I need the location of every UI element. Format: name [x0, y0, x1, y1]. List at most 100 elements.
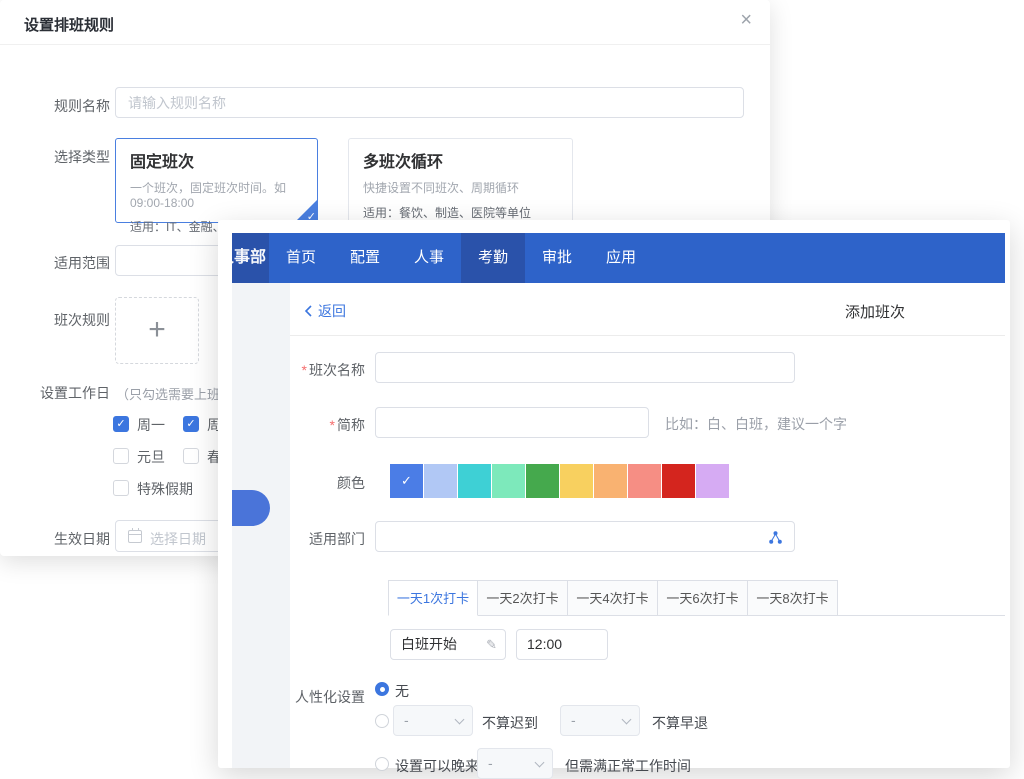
abbr-hint: 比如：白、白班，建议一个字	[665, 414, 847, 434]
chevron-left-icon	[303, 304, 313, 318]
not-late-label: 不算迟到	[482, 713, 538, 733]
scope-label: 适用范围	[38, 253, 110, 273]
select-value: -	[488, 755, 493, 771]
shift-rule-label: 班次规则	[38, 310, 110, 330]
radio-none-label: 无	[395, 681, 409, 701]
tab-punch-8[interactable]: 一天8次打卡	[748, 580, 838, 616]
chevron-down-icon	[622, 715, 632, 725]
checkbox-springfestival[interactable]	[183, 448, 199, 464]
shift-name-input[interactable]	[375, 352, 795, 383]
app-logo[interactable]: 人事部	[232, 233, 269, 283]
type-card-title: 固定班次	[130, 148, 317, 172]
shift-start-name-field[interactable]: 白班开始 ✎	[390, 629, 506, 660]
nav-item-config[interactable]: 配置	[333, 233, 397, 283]
checkbox-monday-label: 周一	[137, 417, 165, 433]
color-swatch[interactable]	[424, 464, 457, 498]
chevron-down-icon	[455, 715, 465, 725]
type-card-multi-shift[interactable]: 多班次循环 快捷设置不同班次、周期循环 适用：餐饮、制造、医院等单位	[348, 138, 573, 223]
department-input[interactable]	[375, 521, 795, 552]
tab-punch-6[interactable]: 一天6次打卡	[658, 580, 748, 616]
add-shift-rule-button[interactable]: +	[115, 297, 199, 364]
humanize-label: 人性化设置	[290, 687, 365, 707]
flex-time-select[interactable]: -	[477, 748, 553, 779]
color-swatch[interactable]	[662, 464, 695, 498]
back-button[interactable]: 返回	[303, 301, 346, 321]
rule-name-input[interactable]	[115, 87, 744, 118]
effective-date-label: 生效日期	[38, 529, 110, 549]
rule-name-label: 规则名称	[38, 96, 110, 116]
color-swatch[interactable]	[458, 464, 491, 498]
color-swatch[interactable]	[526, 464, 559, 498]
abbr-label: *简称	[290, 415, 365, 435]
color-swatch[interactable]	[628, 464, 661, 498]
color-label: 颜色	[290, 473, 365, 493]
pencil-icon[interactable]: ✎	[486, 630, 497, 659]
page-header-row: 返回 添加班次	[290, 283, 1005, 336]
page-content: 返回 添加班次 *班次名称 *简称 比如：白、白班，建议一个字 颜色 ✓ 适用部…	[290, 283, 1005, 768]
calendar-icon	[128, 530, 142, 543]
dialog-title: 设置排班规则	[24, 14, 114, 35]
plus-icon: +	[148, 313, 166, 346]
type-card-desc: 快捷设置不同班次、周期循环	[363, 179, 572, 196]
nav-item-attendance[interactable]: 考勤	[461, 233, 525, 283]
type-card-scope: 适用：餐饮、制造、医院等单位	[363, 204, 572, 221]
attendance-app-window: 人事部 首页 配置 人事 考勤 审批 应用 返回 添加班次 *班次名称 *简称 …	[218, 220, 1010, 768]
checkbox-special-holiday[interactable]	[113, 480, 129, 496]
radio-flex-time[interactable]	[375, 757, 389, 771]
type-label: 选择类型	[38, 147, 110, 167]
check-icon: ✓	[186, 418, 195, 430]
checkbox-tuesday[interactable]: ✓	[183, 416, 199, 432]
shift-name-label: *班次名称	[290, 360, 365, 380]
page-title: 添加班次	[845, 301, 905, 322]
check-icon: ✓	[116, 418, 125, 430]
nav-item-home[interactable]: 首页	[269, 233, 333, 283]
flex-time-suffix: 但需满正常工作时间	[565, 756, 691, 776]
department-label: 适用部门	[290, 529, 365, 549]
checkbox-newyear[interactable]	[113, 448, 129, 464]
select-value: -	[571, 712, 576, 728]
tab-punch-1[interactable]: 一天1次打卡	[388, 580, 478, 616]
radio-none[interactable]	[375, 682, 389, 696]
checkbox-special-holiday-label: 特殊假期	[137, 481, 193, 497]
org-tree-icon[interactable]	[768, 530, 783, 545]
effective-date-placeholder: 选择日期	[150, 529, 206, 549]
shift-start-text: 白班开始	[401, 636, 457, 652]
nav-item-approval[interactable]: 审批	[525, 233, 589, 283]
color-swatch-group: ✓	[390, 464, 729, 498]
check-icon: ✓	[401, 473, 412, 488]
color-swatch[interactable]	[696, 464, 729, 498]
type-card-title: 多班次循环	[363, 148, 572, 172]
color-swatch[interactable]	[560, 464, 593, 498]
top-nav: 人事部 首页 配置 人事 考勤 审批 应用	[232, 233, 1005, 283]
required-mark: *	[330, 417, 335, 433]
nav-item-apps[interactable]: 应用	[589, 233, 653, 283]
close-icon[interactable]: ×	[740, 10, 752, 30]
abbr-input[interactable]	[375, 407, 649, 438]
late-minutes-select[interactable]: -	[393, 705, 473, 736]
color-swatch[interactable]	[594, 464, 627, 498]
nav-item-hr[interactable]: 人事	[397, 233, 461, 283]
checkbox-monday[interactable]: ✓	[113, 416, 129, 432]
required-mark: *	[302, 362, 307, 378]
early-leave-minutes-select[interactable]: -	[560, 705, 640, 736]
shift-start-time: 12:00	[527, 636, 562, 652]
checkbox-newyear-label: 元旦	[137, 449, 165, 465]
punch-tabs: 一天1次打卡 一天2次打卡 一天4次打卡 一天6次打卡 一天8次打卡	[388, 580, 838, 616]
app-logo-text: 人事部	[232, 233, 266, 283]
tab-punch-2[interactable]: 一天2次打卡	[478, 580, 568, 616]
chevron-down-icon	[535, 758, 545, 768]
color-swatch[interactable]	[492, 464, 525, 498]
type-card-desc: 一个班次，固定班次时间。如09:00-18:00	[130, 179, 317, 210]
color-swatch-selected[interactable]: ✓	[390, 464, 423, 498]
shift-start-time-field[interactable]: 12:00	[516, 629, 608, 660]
flex-time-label: 设置可以晚来	[395, 756, 479, 776]
select-value: -	[404, 712, 409, 728]
type-card-fixed-shift[interactable]: 固定班次 一个班次，固定班次时间。如09:00-18:00 适用：IT、金融、政…	[115, 138, 318, 223]
dialog-header: 设置排班规则 ×	[0, 0, 770, 45]
workday-label: 设置工作日	[38, 383, 110, 403]
radio-late-allowance[interactable]	[375, 714, 389, 728]
not-early-leave-label: 不算早退	[652, 713, 708, 733]
tab-punch-4[interactable]: 一天4次打卡	[568, 580, 658, 616]
back-label: 返回	[318, 301, 346, 321]
sidebar-handle-button[interactable]	[232, 490, 270, 526]
